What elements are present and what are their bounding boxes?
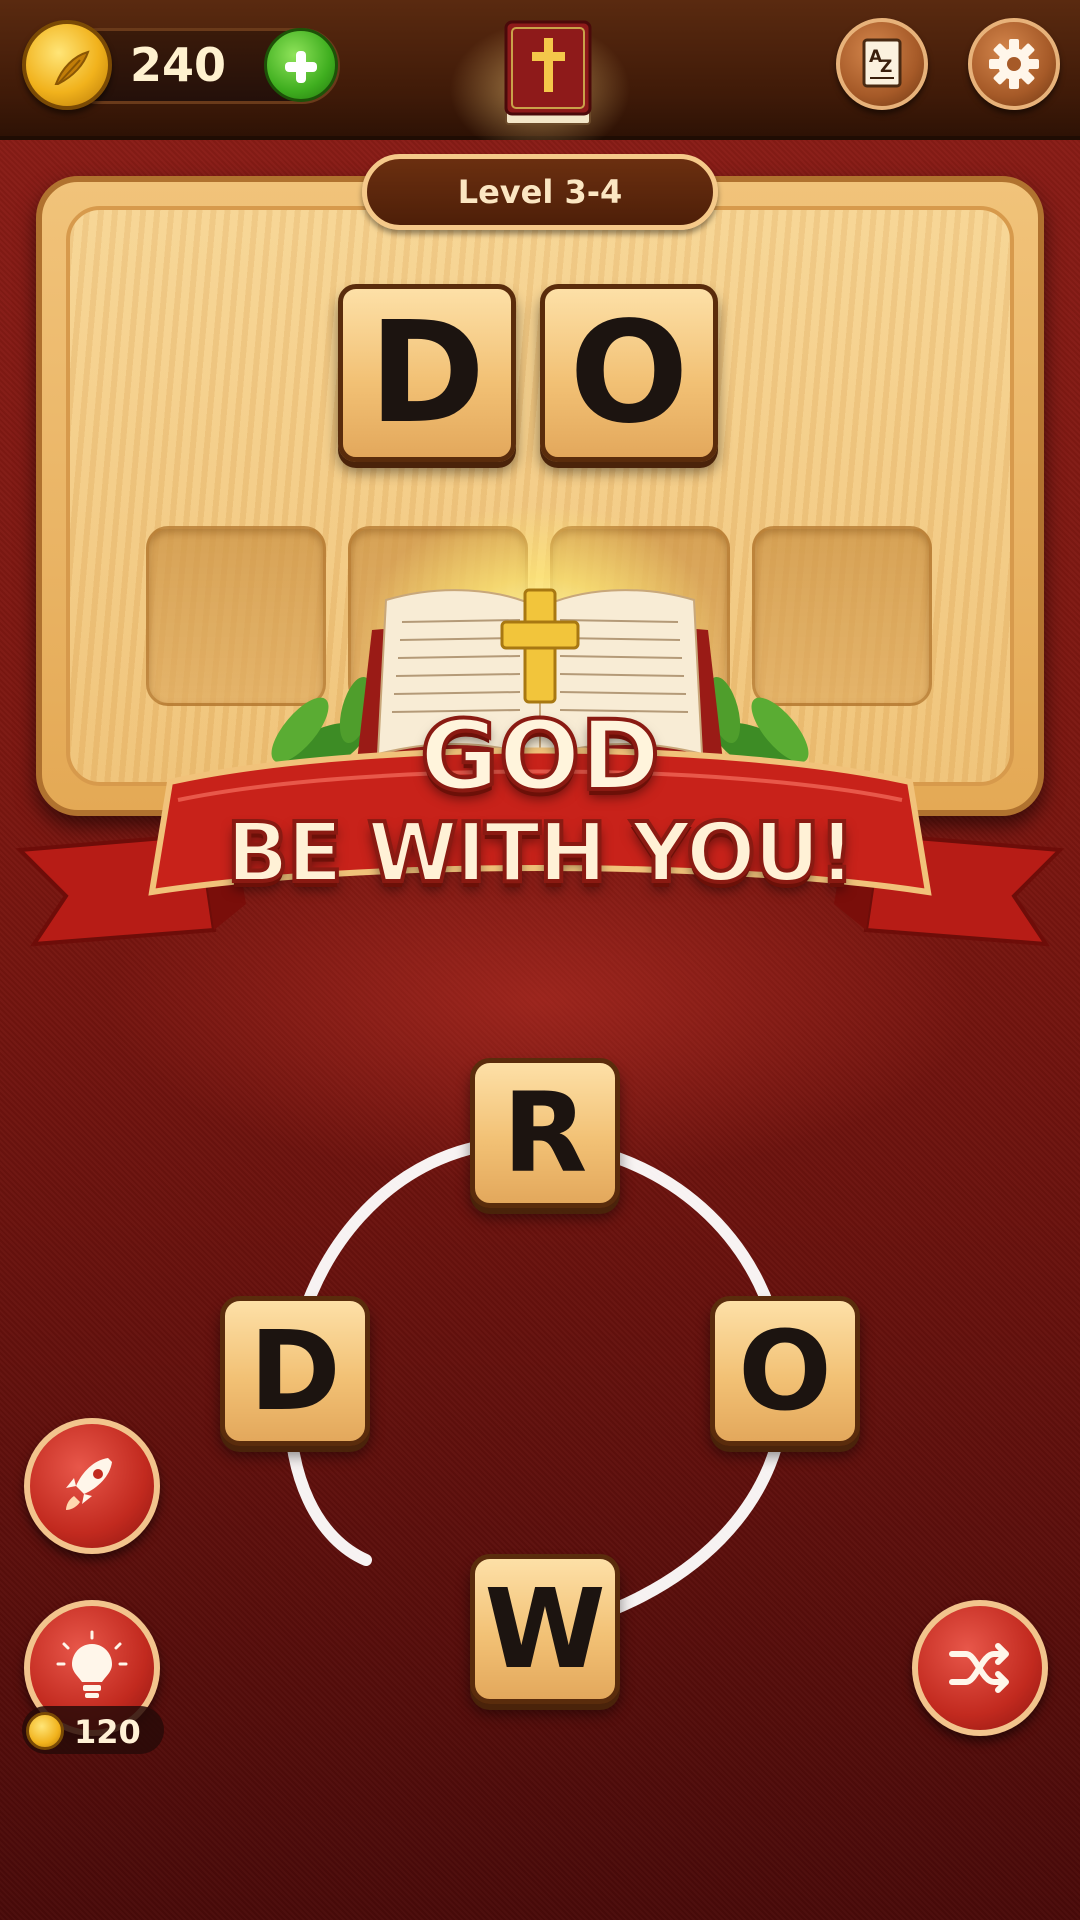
coin-count: 240 bbox=[130, 38, 227, 92]
answer-tile: D bbox=[338, 284, 516, 462]
wheel-letter-d[interactable]: D bbox=[220, 1296, 370, 1446]
wheel-letter-o[interactable]: O bbox=[710, 1296, 860, 1446]
banner-title: GOD bbox=[418, 698, 662, 814]
answer-tile: O bbox=[540, 284, 718, 462]
shuffle-icon bbox=[949, 1643, 1009, 1693]
level-label: Level 3-4 bbox=[457, 173, 623, 211]
banner-subtitle: BE WITH YOU! bbox=[224, 804, 857, 903]
rocket-button[interactable] bbox=[24, 1418, 160, 1554]
wheel-letter-w[interactable]: W bbox=[470, 1554, 620, 1704]
wheel-letter-r[interactable]: R bbox=[470, 1058, 620, 1208]
hint-cost-value: 120 bbox=[74, 1713, 141, 1751]
bible-icon[interactable] bbox=[502, 18, 594, 130]
rocket-icon bbox=[66, 1458, 112, 1510]
coin-icon bbox=[22, 20, 112, 110]
level-indicator: Level 3-4 bbox=[362, 154, 718, 230]
az-dictionary-button[interactable]: A Z bbox=[836, 18, 928, 110]
settings-button[interactable] bbox=[968, 18, 1060, 110]
gear-icon bbox=[989, 39, 1039, 89]
lightbulb-icon bbox=[56, 1630, 128, 1698]
shuffle-button[interactable] bbox=[912, 1600, 1048, 1736]
coin-icon bbox=[26, 1712, 64, 1750]
az-dictionary-icon: A Z bbox=[862, 38, 902, 88]
add-coins-button[interactable] bbox=[264, 28, 338, 102]
svg-text:Z: Z bbox=[880, 57, 892, 77]
